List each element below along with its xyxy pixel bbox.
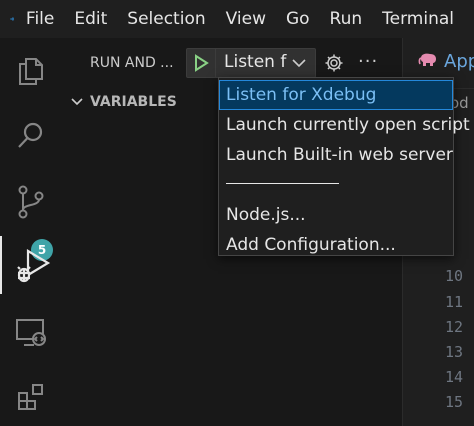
option-launch-web-server[interactable]: Launch Built-in web server [219, 140, 453, 170]
variables-label: VARIABLES [90, 94, 177, 110]
remote-explorer-button[interactable] [0, 304, 62, 362]
menu-view[interactable]: View [226, 0, 266, 38]
menu-selection[interactable]: Selection [127, 0, 205, 38]
gear-icon[interactable] [324, 53, 344, 73]
line-number: 13 [444, 343, 463, 361]
config-select-value[interactable]: Listen f [224, 52, 286, 72]
menu-file[interactable]: File [26, 0, 54, 38]
menu-run[interactable]: Run [330, 0, 363, 38]
chevron-down-icon[interactable] [291, 56, 307, 70]
option-nodejs[interactable]: Node.js... [219, 200, 453, 230]
run-and-debug-button[interactable] [0, 236, 62, 294]
chevron-down-icon [71, 98, 83, 106]
option-add-configuration[interactable]: Add Configuration... [219, 230, 453, 260]
title-bar: File Edit Selection View Go Run Terminal [0, 0, 474, 38]
line-number: 14 [444, 368, 463, 386]
editor-tab-label[interactable]: App [444, 51, 474, 72]
source-control-button[interactable] [0, 173, 62, 231]
view-title: RUN AND ... [90, 55, 174, 71]
extensions-button[interactable] [0, 368, 62, 426]
extensions-icon [18, 384, 43, 410]
menu-go[interactable]: Go [286, 0, 310, 38]
run-debug-icon [17, 249, 51, 283]
remote-explorer-icon [16, 319, 46, 346]
line-number: 12 [444, 318, 463, 336]
option-listen-for-xdebug[interactable]: Listen for Xdebug [219, 80, 453, 110]
debug-config-selector[interactable]: Listen f [186, 48, 316, 78]
search-button[interactable] [0, 106, 62, 164]
start-debugging-button[interactable] [187, 49, 216, 77]
option-launch-open-script[interactable]: Launch currently open script [219, 110, 470, 140]
launch-config-dropdown: Listen for Xdebug Launch currently open … [218, 77, 470, 256]
more-actions-icon[interactable]: ··· [358, 51, 378, 72]
menu-terminal[interactable]: Terminal [382, 0, 454, 38]
files-icon [19, 58, 43, 85]
line-number: 10 [444, 267, 463, 285]
menu-edit[interactable]: Edit [74, 0, 107, 38]
activity-bar: 5 [0, 38, 62, 426]
vscode-logo-icon[interactable] [10, 6, 14, 32]
line-number: 11 [444, 293, 463, 311]
php-elephant-icon [418, 53, 436, 66]
play-icon [195, 54, 209, 72]
explorer-button[interactable] [0, 42, 62, 100]
line-number: 15 [444, 393, 463, 411]
separator [226, 183, 339, 184]
source-control-icon [18, 185, 44, 219]
search-icon [18, 122, 43, 148]
